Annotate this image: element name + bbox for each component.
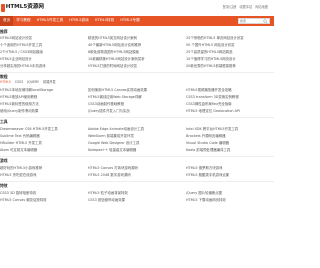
tab-css3[interactable]: CSS3 bbox=[15, 80, 23, 84]
section-title-tools: 工具 bbox=[0, 119, 8, 124]
list-row: 十个适用的HTML5开发工具 40个最新HTML5网站设计实例推荐 50 个国外… bbox=[0, 43, 274, 48]
top-links: 登录/注册 收藏本站 网站地图 bbox=[223, 5, 268, 9]
nav-item-effects[interactable]: HTML5特效 bbox=[92, 16, 117, 26]
list-item[interactable]: HTML5打造的时尚网站设计欣赏 bbox=[88, 64, 180, 69]
list-item[interactable]: WebStorm 前端集成开发环境 bbox=[88, 134, 180, 139]
list-item[interactable]: HTML5网站设计欣赏 bbox=[0, 36, 84, 41]
list-item[interactable]: 分享超实用的HTML5手机游戏 bbox=[0, 64, 84, 69]
list-item[interactable]: 25个惊艳的HTML5 单页网站设计欣赏 bbox=[186, 36, 272, 41]
list-item[interactable]: 超好玩的HTML5小游戏推荐 bbox=[0, 166, 84, 171]
list-item[interactable]: 50 个国外HTML5 网站设计欣赏 bbox=[186, 43, 272, 48]
list-item[interactable]: Koala 前端预处理器编译工具 bbox=[186, 148, 272, 153]
list-item[interactable]: HTML5 Canvas 打砖块游戏源码 bbox=[88, 166, 180, 171]
top-link-sitemap[interactable]: 网站地图 bbox=[255, 5, 268, 9]
list-item[interactable]: HTML5 地理定位 Geolocation API bbox=[186, 109, 272, 114]
list-item[interactable]: 10款最精美HTML5网站设计案例赏析 bbox=[88, 57, 180, 62]
list-item[interactable]: CSS3 transform 3D变换实例教程 bbox=[186, 95, 272, 100]
section-title-games: 游戏 bbox=[0, 158, 8, 163]
list-row: 分享超实用的HTML5手机游戏 HTML5打造的时尚网站设计欣赏 20款优秀的H… bbox=[0, 64, 274, 69]
list-item[interactable]: Visual Studio Code 编辑器 bbox=[186, 141, 272, 146]
list-item[interactable]: HTML5离线应用Web Storage详解 bbox=[88, 95, 180, 100]
list-item[interactable]: 十个适用的HTML5开发工具 bbox=[0, 43, 84, 48]
top-bar: HTML5资源网 登录/注册 收藏本站 网站地图 bbox=[0, 0, 274, 16]
list-row: HTML5 贪吃蛇在线游戏 HTML5 2048 数字游戏源码 HTML5 跑酷… bbox=[0, 173, 274, 178]
tab-html5[interactable]: HTML5 bbox=[0, 80, 11, 84]
nav-item-tutorials[interactable]: 学习教程 bbox=[13, 16, 33, 26]
list-item[interactable]: HTML5新标签的使用方法 bbox=[0, 102, 84, 107]
nav-item-topics[interactable]: HTML5专题 bbox=[117, 16, 142, 26]
list-item[interactable]: Atom 可定制文本编辑器 bbox=[0, 148, 84, 153]
list-item[interactable]: CSS3弹性盒布局flex完全指南 bbox=[186, 102, 272, 107]
list-item[interactable]: HTML5视频播放器开发全攻略 bbox=[186, 88, 272, 93]
list-item[interactable]: CSS3动画制作基础教程 bbox=[88, 102, 180, 107]
list-row: HTML5网站设计欣赏 精选的HTML5英文网站设计案例 25个惊艳的HTML5… bbox=[0, 36, 274, 41]
list-row: 超好玩的HTML5小游戏推荐 HTML5 Canvas 打砖块游戏源码 HTML… bbox=[0, 166, 274, 171]
list-item[interactable]: HTML5 俄罗斯方块游戏 bbox=[186, 166, 272, 171]
list-row: HBuilder HTML5 开发工具 Google Web Designer … bbox=[0, 141, 274, 146]
section-title-recommend: 推荐 bbox=[0, 29, 8, 34]
search-input[interactable] bbox=[239, 18, 263, 24]
list-item[interactable]: HTML5企业网站设计 bbox=[0, 57, 84, 62]
section-title-effects: 特效 bbox=[0, 183, 8, 188]
list-item[interactable]: HBuilder HTML5 开发工具 bbox=[0, 141, 84, 146]
list-row: HTML5新标签的使用方法 CSS3动画制作基础教程 CSS3弹性盒布局flex… bbox=[0, 102, 274, 107]
list-item[interactable]: Adobe Edge Animate动画设计工具 bbox=[88, 127, 180, 132]
list-row: HTML5拖放API使用教程 HTML5离线应用Web Storage详解 CS… bbox=[0, 95, 274, 100]
tab-jquery[interactable]: JQUERY bbox=[27, 80, 39, 84]
list-item[interactable]: Dreamweaver CS6 HTML5开发工具 bbox=[0, 127, 84, 132]
list-item[interactable]: 使用jQuery制作滑动效果 bbox=[0, 109, 84, 114]
logo-text: HTML5资源网 bbox=[5, 4, 44, 11]
list-item[interactable]: Notepad++ 轻量级文本编辑器 bbox=[88, 148, 180, 153]
list-item[interactable]: HTML5本地存储详解localStorage bbox=[0, 88, 84, 93]
list-item[interactable]: HTML5 跑酷类手机游戏合集 bbox=[186, 173, 272, 178]
list-item[interactable]: 10个值得学习的HTML5网页设计 bbox=[186, 57, 272, 62]
list-item[interactable]: 25个高质量的HTML5网站精选 bbox=[186, 50, 272, 55]
list-row: CSS3 3D 旋转相册特效 HTML5 粒子动画背景特效 jQuery 图片轮… bbox=[0, 191, 274, 196]
list-item[interactable]: Sublime Text 代码编辑器 bbox=[0, 134, 84, 139]
logo-mark-icon bbox=[1, 4, 5, 12]
list-item[interactable]: jQuery 图片轮播焦点图 bbox=[186, 191, 272, 196]
search-icon[interactable] bbox=[263, 18, 268, 24]
list-item[interactable]: HTML5拖放API使用教程 bbox=[0, 95, 84, 100]
list-item[interactable]: HTML5 下雪动画网页特效 bbox=[186, 198, 272, 203]
list-row: 使用jQuery制作滑动效果 jQuery插件开发入门与实战 HTML5 地理定… bbox=[0, 109, 274, 114]
list-row: Dreamweaver CS6 HTML5开发工具 Adobe Edge Ani… bbox=[0, 127, 274, 132]
nav-item-home[interactable]: 首页 bbox=[0, 16, 14, 26]
list-item[interactable]: 精选的HTML5英文网站设计案例 bbox=[88, 36, 180, 41]
list-row: 2个HTML5 / CSS3网站模版 8款免费精选国外HTML5网站模版 25个… bbox=[0, 50, 274, 55]
list-item[interactable]: 20款优秀的HTML5前端框架推荐 bbox=[186, 64, 272, 69]
list-item[interactable]: 40个最新HTML5网站设计实例推荐 bbox=[88, 43, 180, 48]
list-item[interactable]: Intel XDK 跨平台HTML5开发工具 bbox=[186, 127, 272, 132]
list-row: HTML5 Canvas 烟花绽放特效 CSS3 按钮悬停动画效果 HTML5 … bbox=[0, 198, 274, 203]
list-row: Atom 可定制文本编辑器 Notepad++ 轻量级文本编辑器 Koala 前… bbox=[0, 148, 274, 153]
list-item[interactable]: HTML5 2048 数字游戏源码 bbox=[88, 173, 180, 178]
site-logo[interactable]: HTML5资源网 bbox=[0, 3, 44, 13]
nav-item-tools[interactable]: HTML5开发工具 bbox=[34, 16, 67, 26]
tab-frontend[interactable]: 前端开发 bbox=[43, 80, 56, 84]
list-row: HTML5本地存储详解localStorage 如何使用HTML5 Canvas… bbox=[0, 88, 274, 93]
list-row: HTML5企业网站设计 10款最精美HTML5网站设计案例赏析 10个值得学习的… bbox=[0, 57, 274, 62]
list-item[interactable]: HTML5 Canvas 烟花绽放特效 bbox=[0, 198, 84, 203]
tutorial-tabs: HTML5 CSS3 JQUERY 前端开发 bbox=[0, 80, 56, 84]
list-item[interactable]: CSS3 3D 旋转相册特效 bbox=[0, 191, 84, 196]
list-item[interactable]: Google Web Designer 设计工具 bbox=[88, 141, 180, 146]
list-row: Sublime Text 代码编辑器 WebStorm 前端集成开发环境 Bra… bbox=[0, 134, 274, 139]
list-item[interactable]: Brackets 开源网页编辑器 bbox=[186, 134, 272, 139]
list-item[interactable]: 2个HTML5 / CSS3网站模版 bbox=[0, 50, 84, 55]
main-nav: 首页 学习教程 HTML5开发工具 HTML5游戏 HTML5特效 HTML5专… bbox=[0, 16, 274, 26]
list-item[interactable]: jQuery插件开发入门与实战 bbox=[88, 109, 180, 114]
list-item[interactable]: HTML5 粒子动画背景特效 bbox=[88, 191, 180, 196]
list-item[interactable]: 8款免费精选国外HTML5网站模版 bbox=[88, 50, 180, 55]
list-item[interactable]: 如何使用HTML5 Canvas实现动画效果 bbox=[88, 88, 180, 93]
list-item[interactable]: HTML5 贪吃蛇在线游戏 bbox=[0, 173, 84, 178]
section-title-tutorials: 教程 bbox=[0, 74, 8, 79]
top-link-favorite[interactable]: 收藏本站 bbox=[240, 5, 253, 9]
nav-item-games[interactable]: HTML5游戏 bbox=[66, 16, 91, 26]
top-link-login[interactable]: 登录/注册 bbox=[223, 5, 237, 9]
list-item[interactable]: CSS3 按钮悬停动画效果 bbox=[88, 198, 180, 203]
search-box bbox=[238, 18, 270, 24]
